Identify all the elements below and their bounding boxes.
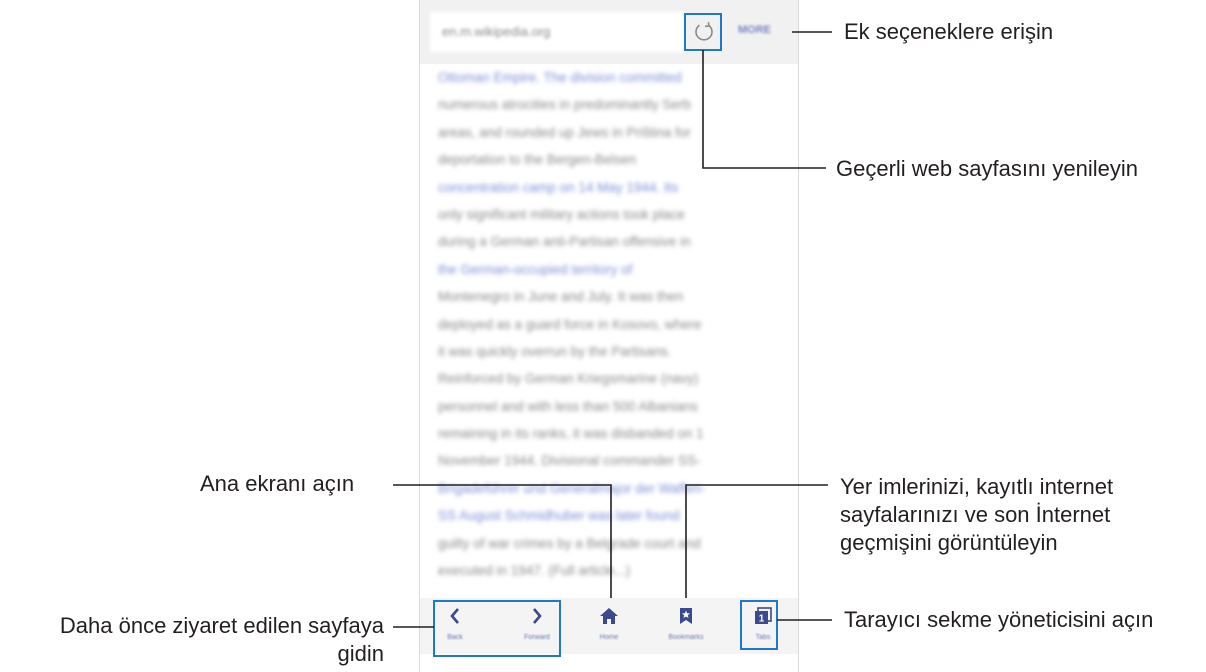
callout-refresh: Geçerli web sayfasını yenileyin xyxy=(836,156,1139,181)
callout-home: Ana ekranı açın xyxy=(200,471,355,496)
callout-lines xyxy=(393,13,832,657)
callout-back-forward: Daha önce ziyaret edilen sayfaya gidin xyxy=(60,612,384,668)
callout-tabs: Tarayıcı sekme yöneticisini açın xyxy=(844,607,1154,632)
tabs-highlight-box xyxy=(740,600,778,650)
back-forward-highlight-box xyxy=(433,600,561,657)
refresh-highlight-box xyxy=(684,13,722,51)
callout-more: Ek seçeneklere erişin xyxy=(844,19,1054,44)
callout-bookmarks: Yer imlerinizi, kayıtlı internet sayfala… xyxy=(840,473,1113,557)
home-leader xyxy=(393,484,612,598)
bookmarks-leader xyxy=(685,484,828,598)
refresh-leader xyxy=(702,50,826,169)
callout-back-forward-line2: gidin xyxy=(337,641,384,666)
callout-bookmarks-line2: sayfalarınızı ve son İnternet xyxy=(840,502,1111,527)
callout-bookmarks-line3: geçmişini görüntüleyin xyxy=(840,530,1058,555)
callout-back-forward-line1: Daha önce ziyaret edilen sayfaya xyxy=(59,613,384,638)
callout-bookmarks-line1: Yer imlerinizi, kayıtlı internet xyxy=(840,474,1114,499)
